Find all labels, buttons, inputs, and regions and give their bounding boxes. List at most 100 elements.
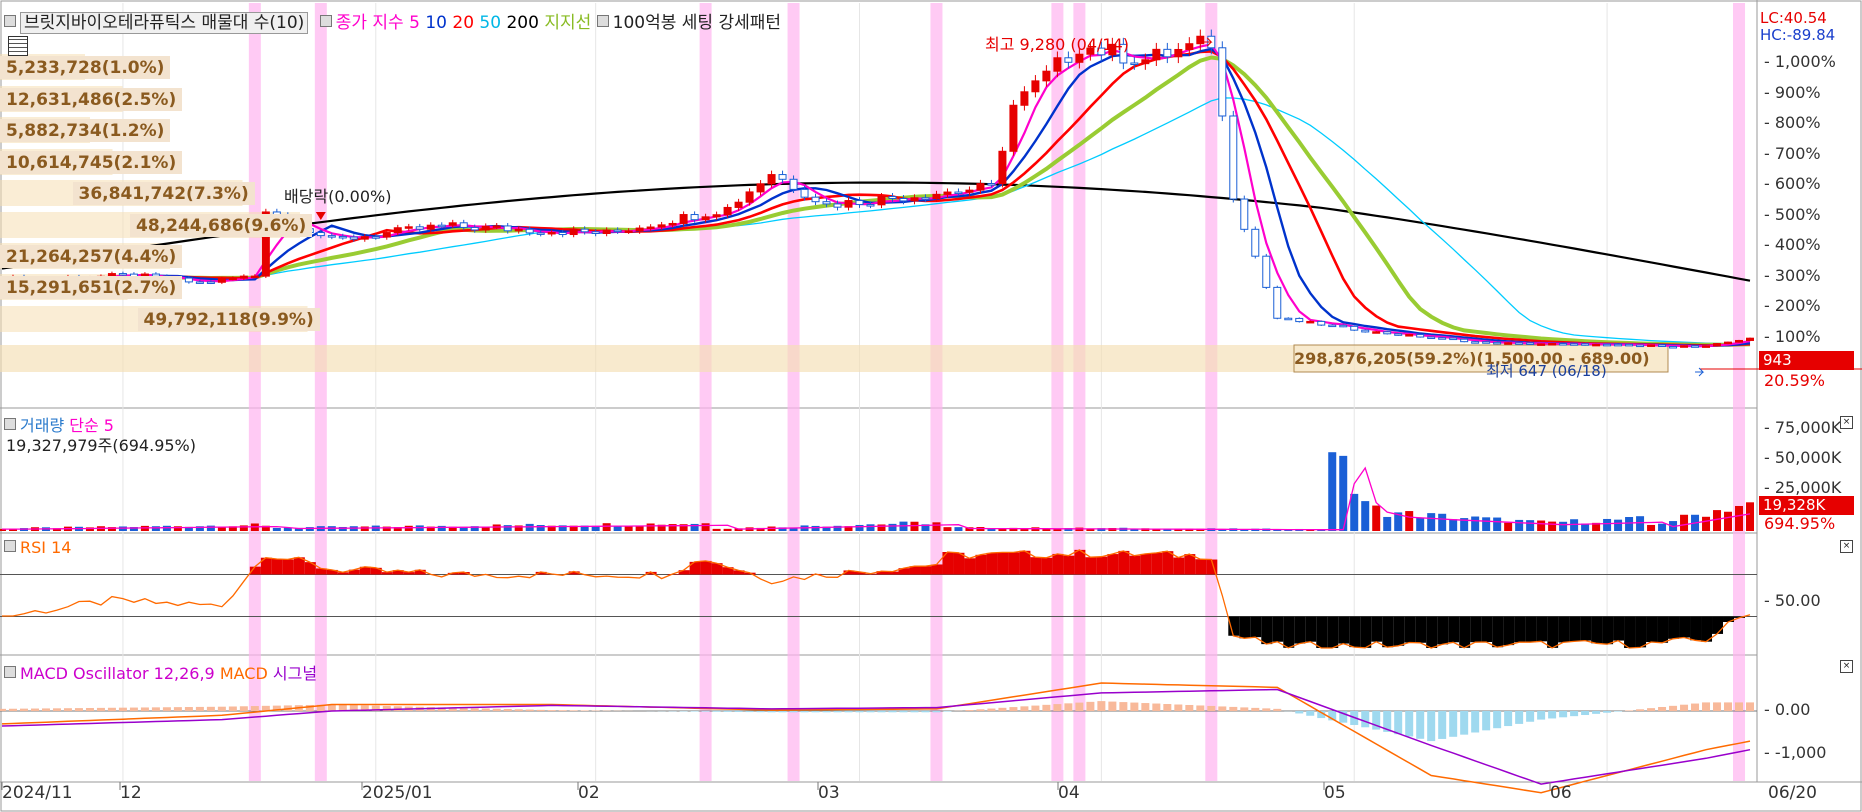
candle-body [360,236,369,240]
macd-osc-bar [701,711,710,712]
volume-bar [943,527,952,531]
grid-toggle-icon[interactable] [8,36,28,56]
rsi-overbought-fill [1129,555,1141,575]
candle-body [481,225,490,231]
stock-title[interactable]: 브릿지바이오테라퓨틱스 매물대 수(10) [20,12,309,34]
setting-label[interactable]: 100억봉 세팅 강세패턴 [613,13,781,33]
rsi-overbought-fill [1074,549,1086,575]
candle-body [789,178,798,190]
volume-bar [1746,502,1754,531]
highlight-band-7 [1205,3,1218,781]
candle-body [1416,334,1425,338]
volume-bar [1361,501,1370,531]
macd-osc-bar [1526,711,1535,722]
volume-bar [1328,452,1337,531]
macd-osc-bar [1614,711,1623,712]
candle-body [1240,198,1249,230]
rsi-oversold-fill [1503,616,1515,646]
rsi-oversold-fill [1426,616,1438,648]
macd-osc-bar [1053,704,1062,711]
volume-bar [1625,517,1634,531]
rsi-overbought-fill [1184,554,1196,575]
ma-menu-icon[interactable] [319,15,332,27]
rsi-oversold-fill [1349,616,1361,648]
volume-bar [1735,505,1744,531]
volume-bar [1603,518,1612,531]
candle-body [646,226,655,230]
macd-osc-bar [1647,708,1656,711]
macd-osc-bar [1229,706,1238,711]
macd-osc-bar [1009,707,1018,711]
candle-body [1647,344,1656,347]
rsi-title[interactable]: RSI 14 [20,538,71,557]
candle-body [1284,317,1293,321]
candle-body [723,206,732,216]
hc-label: HC:-89.84 [1760,26,1836,44]
macd-osc-bar [1108,701,1117,711]
candle-body [712,214,721,218]
volume-bar [954,527,963,531]
macd-osc-bar [965,710,974,711]
macd-close-icon[interactable]: × [1840,660,1853,673]
candle-body [1658,344,1667,347]
volume-bar [272,527,281,531]
setting-menu-icon[interactable] [596,15,609,27]
ma-label[interactable]: 종가 지수 [336,13,404,33]
rsi-oversold-fill [1492,616,1504,648]
macd-osc-bar [162,707,171,711]
price-y-tick: - 100% [1764,326,1821,346]
candle-body [1229,115,1238,200]
volume-bar [866,524,875,531]
macd-menu-icon[interactable] [4,666,16,678]
macd-label: MACD [219,664,268,683]
rsi-overbought-fill [271,558,283,575]
candle-body [492,225,501,228]
volume-bar [723,528,732,531]
price-y-tick: - 1,000% [1764,52,1836,71]
stock-chart[interactable] [0,0,1862,812]
volume-menu-icon[interactable] [4,418,16,430]
volume-bar [1526,520,1535,531]
macd-osc-bar [1482,711,1491,731]
volume-bar [1636,516,1645,531]
candle-body [1405,334,1414,337]
candle-body [217,277,226,283]
candle-body [888,196,897,199]
volume-close-icon[interactable]: × [1840,416,1853,429]
macd-osc-bar [228,706,237,711]
macd-osc-bar [1075,702,1084,711]
rsi-oversold-fill [1415,616,1427,643]
rsi-oversold-fill [1294,616,1306,644]
volume-bar [503,525,512,531]
macd-osc-bar [1185,704,1194,711]
signal-label: 시그널 [272,664,318,683]
rsi-menu-icon[interactable] [4,540,16,552]
panel-menu-icon[interactable] [4,15,16,27]
candle-body [943,191,952,195]
rsi-overbought-fill [975,554,987,575]
rsi-oversold-fill [1272,616,1284,642]
rsi-oversold-fill [1646,616,1658,643]
rsi-oversold-fill [1602,616,1614,645]
macd-osc-bar [107,707,116,711]
candle-body [393,227,402,234]
macd-osc-bar [206,706,215,711]
macd-osc-bar [580,710,589,711]
volume-bar [492,524,501,531]
volume-bar [932,522,941,531]
candle-body [1174,48,1183,58]
macd-osc-bar [1592,711,1601,714]
candle-body [1504,342,1513,345]
candle-body [1482,341,1491,344]
candle-body [1581,343,1590,346]
macd-osc-title[interactable]: MACD Oscillator 12,26,9 [20,664,215,683]
vp-label-1: 12,631,486(2.5%) [0,88,183,111]
rsi-oversold-fill [1558,616,1570,643]
candle-body [1141,59,1150,65]
macd-y-tick: - 0.00 [1764,700,1811,719]
macd-osc-bar [921,711,930,713]
macd-osc-bar [558,710,567,711]
volume-current-tag: 19,328K [1759,496,1854,515]
rsi-close-icon[interactable]: × [1840,540,1853,553]
macd-osc-bar [1262,708,1271,711]
